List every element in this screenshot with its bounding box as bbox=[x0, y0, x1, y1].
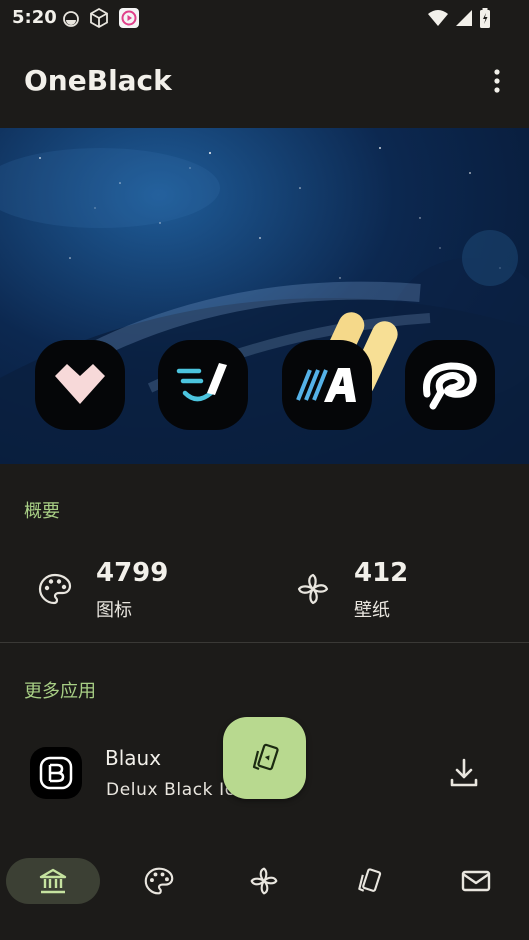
app-name: Blaux bbox=[105, 746, 162, 770]
home-icon bbox=[39, 868, 67, 894]
apply-icons-fab[interactable] bbox=[223, 717, 306, 799]
cube-icon bbox=[90, 7, 108, 29]
video-app-icon bbox=[119, 8, 139, 28]
icons-count: 4799 bbox=[96, 558, 169, 588]
more-apps-heading: 更多应用 bbox=[24, 681, 96, 702]
palette-icon bbox=[144, 867, 174, 895]
nav-icons[interactable] bbox=[112, 858, 206, 904]
app-title: OneBlack bbox=[24, 64, 172, 97]
icon-preview-row bbox=[35, 340, 495, 430]
status-bar: 5:20 bbox=[0, 0, 529, 36]
cards-icon bbox=[358, 868, 382, 892]
nav-home[interactable] bbox=[6, 858, 100, 904]
font-a-app-icon bbox=[282, 340, 372, 430]
notes-app-icon bbox=[158, 340, 248, 430]
battery-icon bbox=[480, 8, 490, 28]
more-options-icon[interactable] bbox=[487, 66, 507, 96]
wallpapers-count: 412 bbox=[354, 558, 409, 588]
nav-apply[interactable] bbox=[322, 858, 416, 904]
wallpapers-label: 壁纸 bbox=[354, 600, 390, 621]
section-divider bbox=[0, 642, 529, 643]
top-app-bar: OneBlack bbox=[0, 50, 529, 114]
blaux-logo bbox=[30, 747, 82, 799]
download-icon[interactable] bbox=[446, 755, 482, 791]
icons-label: 图标 bbox=[96, 600, 132, 621]
hero-banner bbox=[0, 128, 529, 464]
overview-heading: 概要 bbox=[24, 501, 60, 522]
cards-icon bbox=[252, 743, 279, 771]
nav-wallpapers[interactable] bbox=[217, 858, 311, 904]
wifi-icon bbox=[428, 10, 448, 26]
clip-studio-app-icon bbox=[405, 340, 495, 430]
icons-stat: 4799 图标 bbox=[38, 558, 238, 621]
pinwheel-icon bbox=[297, 573, 329, 605]
pinwheel-icon bbox=[250, 867, 278, 895]
mail-icon bbox=[461, 870, 491, 892]
nav-request[interactable] bbox=[429, 858, 523, 904]
signal-icon bbox=[456, 10, 472, 26]
bottom-navigation bbox=[0, 845, 529, 920]
drop-icon bbox=[63, 11, 79, 27]
palette-icon bbox=[38, 573, 72, 605]
heart-app-icon bbox=[35, 340, 125, 430]
wallpapers-stat: 412 壁纸 bbox=[296, 558, 496, 621]
status-time: 5:20 bbox=[12, 7, 57, 28]
